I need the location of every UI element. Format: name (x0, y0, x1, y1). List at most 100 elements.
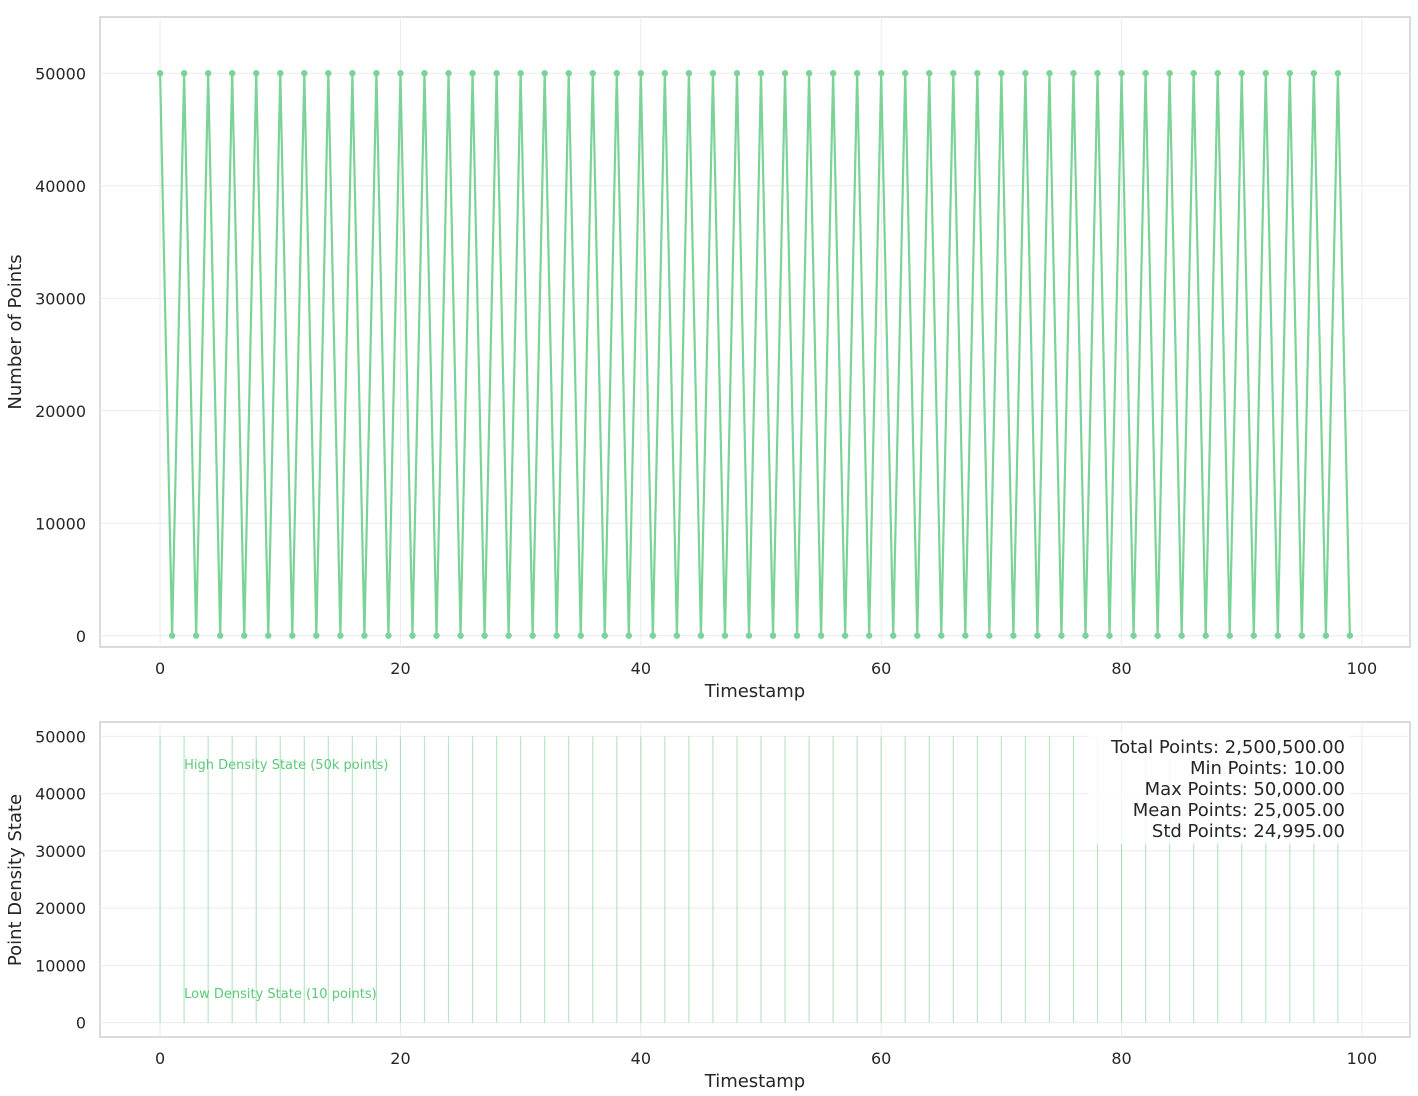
chart-figure: 0 20 40 60 80 100 01000020000300004000050000 … (5, 16, 1411, 1092)
top-series-point (793, 632, 801, 639)
top-series-point (1106, 632, 1113, 639)
top-series-point (577, 632, 584, 639)
top-series-point (601, 632, 608, 639)
top-series-point (1226, 632, 1233, 639)
top-series-point (1262, 70, 1269, 77)
top-y-tick-label: 10000 (35, 514, 86, 533)
top-series-point (553, 632, 560, 639)
top-series-point (1130, 632, 1137, 639)
top-x-tick-label: 100 (1347, 659, 1378, 678)
top-series-point (1046, 70, 1053, 77)
top-series-point (253, 70, 260, 77)
top-series-point (1250, 632, 1257, 639)
top-series-point (1058, 632, 1065, 639)
top-series-point (277, 70, 284, 77)
top-series-point (890, 632, 897, 639)
top-x-tick-label: 40 (631, 659, 651, 678)
top-series-point (541, 70, 548, 77)
top-series-point (325, 70, 332, 77)
top-series-point (1322, 632, 1330, 639)
top-series-point (433, 632, 440, 639)
bottom-x-axis-title: Timestamp (704, 1071, 805, 1092)
low-density-annotation: Low Density State (10 points) (184, 987, 377, 1002)
top-series-point (649, 632, 657, 639)
top-series-point (1154, 632, 1161, 639)
bottom-y-tick-label: 10000 (35, 956, 86, 975)
top-series-point (1034, 632, 1041, 639)
top-series-point (445, 70, 452, 77)
stats-std-points: Std Points: 24,995.00 (1152, 821, 1345, 842)
top-series-point (180, 70, 188, 77)
top-series-point (769, 632, 777, 639)
top-series-point (1022, 70, 1029, 77)
top-y-axis-title: Number of Points (5, 254, 26, 409)
top-series-point (1310, 70, 1318, 77)
top-series-point (1142, 70, 1149, 77)
top-y-tick-labels: 0 10000 20000 30000 40000 50000 (35, 64, 86, 646)
top-series-point (841, 632, 849, 639)
bottom-y-tick-labels: 0 10000 20000 30000 40000 50000 (35, 727, 86, 1032)
top-x-tick-label: 0 (155, 659, 165, 678)
top-series-point (986, 632, 993, 639)
stats-total-points: Total Points: 2,500,500.00 (1110, 737, 1345, 758)
top-series-point (1298, 632, 1306, 639)
top-series-point (805, 70, 813, 77)
bottom-x-tick-label: 20 (390, 1049, 410, 1068)
top-series-point (1070, 70, 1077, 77)
top-series-point (914, 632, 921, 639)
top-y-tick-label: 40000 (35, 177, 86, 196)
top-series-point (902, 70, 909, 77)
top-series-point (1274, 632, 1281, 639)
top-series-point (457, 632, 464, 639)
stats-min-points: Min Points: 10.00 (1190, 758, 1345, 779)
high-density-annotation: High Density State (50k points) (184, 758, 388, 773)
top-series-point (974, 70, 981, 77)
top-series-point (757, 70, 765, 77)
top-series-point (685, 70, 693, 77)
top-y-tick-label: 0 (76, 627, 86, 646)
top-panel: 0 20 40 60 80 100 01000020000300004000050000 … (5, 16, 1411, 702)
top-series-point (565, 70, 572, 77)
top-series-point (733, 70, 741, 77)
top-series-point (337, 632, 344, 639)
top-series-point (349, 70, 356, 77)
top-series-point (1118, 70, 1125, 77)
top-series-point (661, 70, 669, 77)
top-x-tick-labels: 0 20 40 60 80 100 (155, 659, 1377, 678)
top-series-point (229, 70, 236, 77)
top-series-point (1166, 70, 1173, 77)
top-series-point (493, 70, 500, 77)
top-series-point (1082, 632, 1089, 639)
top-series-point (481, 632, 488, 639)
top-series-point (1346, 632, 1354, 639)
top-series-point (313, 632, 320, 639)
bottom-x-tick-label: 100 (1347, 1049, 1378, 1068)
bottom-y-tick-label: 30000 (35, 842, 86, 861)
top-series-point (1190, 70, 1197, 77)
top-series-point (781, 70, 789, 77)
top-x-tick-label: 60 (871, 659, 891, 678)
top-series-point (385, 632, 392, 639)
top-series-point (517, 70, 524, 77)
top-series-point (998, 70, 1005, 77)
top-y-tick-label: 30000 (35, 289, 86, 308)
top-series-point (938, 632, 945, 639)
top-series-point (409, 632, 416, 639)
stats-mean-points: Mean Points: 25,005.00 (1133, 800, 1345, 821)
top-series-point (1334, 70, 1342, 77)
stats-box: Total Points: 2,500,500.00 Min Points: 1… (1088, 732, 1350, 844)
top-series-point (865, 632, 873, 639)
top-series-point (529, 632, 536, 639)
bottom-x-tick-labels: 0 20 40 60 80 100 (155, 1049, 1377, 1068)
bottom-y-tick-label: 0 (76, 1014, 86, 1033)
top-series-point (817, 632, 825, 639)
top-series-point (589, 70, 596, 77)
top-series-point (505, 632, 512, 639)
top-series-point (697, 632, 705, 639)
top-series-point (829, 70, 837, 77)
top-series-point (156, 70, 164, 77)
top-series-point (709, 70, 717, 77)
top-series-point (421, 70, 428, 77)
stats-max-points: Max Points: 50,000.00 (1145, 779, 1345, 800)
top-series-point (241, 632, 248, 639)
